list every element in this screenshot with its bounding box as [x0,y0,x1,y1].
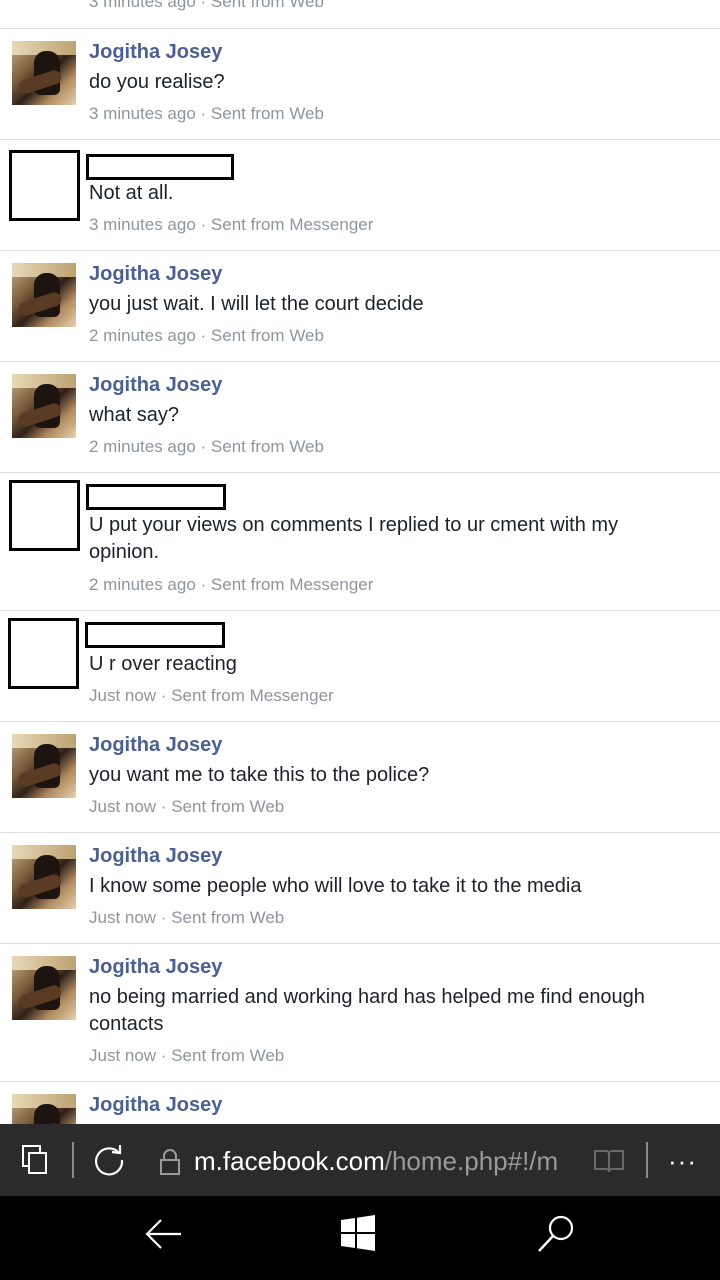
redacted-avatar [8,618,79,689]
url-host: m.facebook.com [194,1146,385,1176]
message-text: you want me to take this to the police? [89,764,430,786]
message-text: U r over reacting [89,653,237,675]
message-meta: 2 minutes ago · Sent from Web [89,326,324,345]
sender-name[interactable]: Jogitha Josey [89,374,222,397]
message-item[interactable]: U r over reacting Just now · Sent from M… [0,611,720,722]
tabs-icon[interactable] [22,1145,48,1175]
windows-icon[interactable] [340,1215,376,1251]
message-text: U put your views on comments I replied t… [89,514,619,563]
sender-name[interactable]: Jogitha Josey [89,845,222,868]
refresh-icon[interactable] [92,1143,126,1177]
message-text: I know some people who will love to take… [89,875,582,897]
message-text: do you realise? [89,71,225,93]
message-meta: Just now · Sent from Web [89,1046,285,1065]
back-icon[interactable] [143,1216,185,1252]
message-item[interactable]: Jogitha Josey you want me to take this t… [0,722,720,833]
redacted-avatar [9,150,80,221]
avatar[interactable] [12,734,76,798]
message-text: no being married and working hard has he… [89,986,645,1035]
message-item[interactable]: Not at all. 3 minutes ago · Sent from Me… [0,140,720,251]
more-icon[interactable]: ··· [668,1146,697,1177]
sender-name[interactable]: Jogitha Josey [89,41,222,64]
message-meta: 3 minutes ago · Sent from Messenger [89,215,374,234]
system-navigation-bar [0,1196,720,1280]
message-meta: Just now · Sent from Web [89,908,285,927]
message-meta: 2 minutes ago · Sent from Messenger [89,575,374,594]
reading-view-icon[interactable] [593,1148,625,1174]
avatar[interactable] [12,41,76,105]
sender-name[interactable]: Jogitha Josey [89,734,222,757]
redacted-name [86,484,226,510]
browser-toolbar: m.facebook.com/home.php#!/m ··· [0,1124,720,1196]
divider [646,1142,648,1178]
divider [72,1142,74,1178]
address-bar[interactable]: m.facebook.com/home.php#!/m [194,1146,574,1177]
sender-name[interactable]: Jogitha Josey [89,956,222,979]
redacted-avatar [9,480,80,551]
redacted-name [85,622,225,648]
message-item[interactable]: Jogitha Josey do you realise? 3 minutes … [0,29,720,140]
message-meta: Just now · Sent from Messenger [89,686,334,705]
message-meta: 2 minutes ago · Sent from Web [89,437,324,456]
message-meta: Just now · Sent from Web [89,797,285,816]
message-text: you just wait. I will let the court deci… [89,293,424,315]
sender-name[interactable]: Jogitha Josey [89,1094,222,1117]
avatar[interactable] [12,263,76,327]
sender-name[interactable]: Jogitha Josey [89,263,222,286]
message-text: what say? [89,404,180,426]
message-item[interactable]: U put your views on comments I replied t… [0,473,720,611]
message-item[interactable]: Jogitha Josey no being married and worki… [0,944,720,1082]
message-item[interactable]: Jogitha Josey [0,1082,720,1124]
message-meta: 3 minutes ago · Sent from Web [89,104,324,123]
avatar[interactable] [12,1094,76,1124]
message-text: Not at all. [89,182,174,204]
redacted-name [86,154,234,180]
avatar[interactable] [12,845,76,909]
lock-icon [158,1148,182,1176]
message-feed: 3 minutes ago · Sent from Web Jogitha Jo… [0,0,720,1124]
message-item[interactable]: Jogitha Josey I know some people who wil… [0,833,720,944]
search-icon[interactable] [536,1214,576,1254]
message-meta: 3 minutes ago · Sent from Web [89,0,324,11]
url-path: /home.php#!/m [384,1146,559,1176]
message-item[interactable]: Jogitha Josey you just wait. I will let … [0,251,720,362]
avatar[interactable] [12,956,76,1020]
avatar[interactable] [12,374,76,438]
message-item[interactable]: Jogitha Josey what say? 2 minutes ago · … [0,362,720,473]
